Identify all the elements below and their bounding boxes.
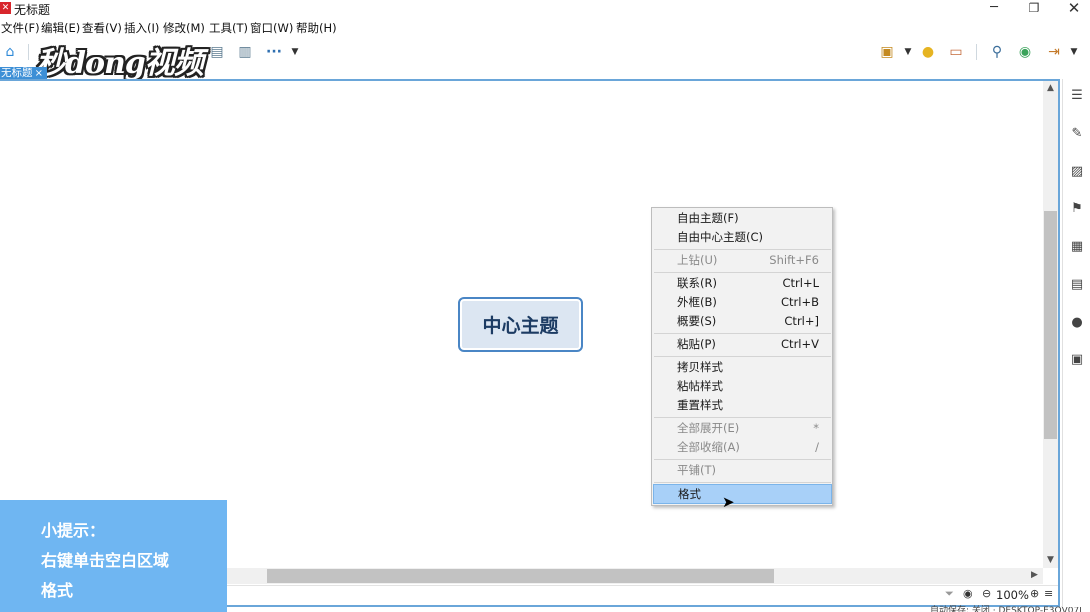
image-icon[interactable]: ▨ (1069, 164, 1085, 180)
comment-icon[interactable]: ● (1069, 315, 1085, 331)
menu-item-tile[interactable]: 平铺(T) (653, 461, 832, 480)
menu-separator (654, 272, 831, 273)
fit-icon[interactable]: ≡ (1044, 587, 1053, 600)
menu-help[interactable]: 帮助(H) (296, 20, 337, 36)
menu-item-reset-style[interactable]: 重置样式 (653, 396, 832, 415)
eye-icon[interactable]: ◉ (963, 587, 973, 600)
notes-icon[interactable]: ▤ (1069, 277, 1085, 293)
menu-file[interactable]: 文件(F) (1, 20, 40, 36)
context-menu: 自由主题(F) 自由中心主题(C) 上钻(U) Shift+F6 联系(R) C… (651, 207, 833, 506)
title-bar: ✕ 无标题 ─ ❐ ✕ (0, 0, 1090, 18)
tip-overlay: 小提示： 右键单击空白区域 格式 (0, 500, 227, 612)
menu-item-expand-all[interactable]: 全部展开(E) * (653, 419, 832, 438)
home-icon[interactable]: ⌂ (0, 42, 20, 62)
window-title: 无标题 (14, 3, 51, 17)
menu-item-copy-style[interactable]: 拷贝样式 (653, 358, 832, 377)
scroll-up-icon[interactable]: ▲ (1043, 83, 1058, 93)
status-bar: ⏷ ◉ ⊖ 100% ⊕ ≡ (227, 585, 1058, 604)
share-icon[interactable]: ◉ (1015, 42, 1035, 62)
scroll-down-icon[interactable]: ▼ (1043, 555, 1058, 565)
tip-action: 格式 (41, 581, 74, 600)
marker-flag-icon[interactable]: ⚑ (1069, 201, 1085, 217)
toolbar-divider-right (976, 44, 977, 60)
menu-insert[interactable]: 插入(I) (124, 20, 159, 36)
menu-item-relationship[interactable]: 联系(R) Ctrl+L (653, 274, 832, 293)
format-brush-icon[interactable]: ✎ (1069, 126, 1085, 142)
topic-icon[interactable]: ▤ (207, 42, 227, 62)
menu-item-drill-up[interactable]: 上钻(U) Shift+F6 (653, 251, 832, 270)
dropdown-icon[interactable]: ▼ (285, 42, 305, 62)
menu-item-format[interactable]: 格式 (653, 484, 832, 504)
central-topic[interactable]: 中心主题 (458, 297, 583, 352)
menu-separator (654, 459, 831, 460)
outline-icon[interactable]: ▭ (946, 42, 966, 62)
menu-item-boundary[interactable]: 外框(B) Ctrl+B (653, 293, 832, 312)
menu-separator (654, 482, 831, 483)
filter-icon[interactable]: ⏷ (945, 587, 954, 601)
minimize-button[interactable]: ─ (974, 0, 1014, 18)
menu-edit[interactable]: 编辑(E) (41, 20, 80, 36)
horizontal-scroll-thumb[interactable] (267, 569, 774, 583)
menu-view[interactable]: 查看(V) (82, 20, 122, 36)
menu-item-floating-central-topic[interactable]: 自由中心主题(C) (653, 228, 832, 247)
autosave-status: 自动保存: 关闭 · DESKTOP-E3QV07I (930, 606, 1082, 612)
lightbulb-icon[interactable]: ● (918, 42, 938, 62)
menu-item-collapse-all[interactable]: 全部收缩(A) / (653, 438, 832, 457)
task-clipboard-icon[interactable]: ▣ (1069, 352, 1085, 368)
menu-item-paste-style[interactable]: 粘帖样式 (653, 377, 832, 396)
menu-separator (654, 249, 831, 250)
export-dropdown-icon[interactable]: ▼ (1064, 42, 1084, 62)
video-watermark-logo: 秒dong视频 (36, 46, 204, 81)
tip-title: 小提示： (41, 521, 106, 540)
search-icon[interactable]: ⚲ (987, 42, 1007, 62)
presentation-icon[interactable]: ▣ (877, 42, 897, 62)
menu-item-paste[interactable]: 粘贴(P) Ctrl+V (653, 335, 832, 354)
subtopic-icon[interactable]: ▥ (235, 42, 255, 62)
menu-window[interactable]: 窗口(W) (250, 20, 293, 36)
presentation-dropdown-icon[interactable]: ▼ (898, 42, 918, 62)
right-side-panel: ☰ ✎ ▨ ⚑ ▦ ▤ ● ▣ (1062, 79, 1090, 607)
menu-item-summary[interactable]: 概要(S) Ctrl+] (653, 312, 832, 331)
mouse-cursor-icon: ➤ (722, 493, 735, 511)
menu-bar: 文件(F) 编辑(E) 查看(V) 插入(I) 修改(M) 工具(T) 窗口(W… (0, 18, 1090, 37)
tab-label: 无标题 (1, 67, 33, 79)
scroll-right-icon[interactable]: ▶ (1027, 570, 1042, 580)
vertical-scroll-thumb[interactable] (1044, 211, 1057, 439)
export-icon[interactable]: ⇥ (1044, 42, 1064, 62)
outline-panel-icon[interactable]: ☰ (1069, 88, 1085, 104)
menu-separator (654, 417, 831, 418)
horizontal-scrollbar[interactable]: ▶ (227, 568, 1043, 584)
vertical-scrollbar[interactable]: ▲ ▼ (1043, 81, 1058, 568)
menu-separator (654, 333, 831, 334)
close-window-button[interactable]: ✕ (1054, 0, 1090, 18)
zoom-out-icon[interactable]: ⊖ (982, 587, 991, 600)
style-icon[interactable]: ▦ (1069, 239, 1085, 255)
app-logo-icon: ✕ (0, 2, 11, 14)
zoom-level: 100% (996, 588, 1029, 602)
maximize-button[interactable]: ❐ (1014, 0, 1054, 18)
menu-modify[interactable]: 修改(M) (163, 20, 205, 36)
menu-item-floating-topic[interactable]: 自由主题(F) (653, 209, 832, 228)
more-icon[interactable]: ··· (264, 42, 284, 62)
toolbar-divider (28, 44, 29, 60)
menu-tools[interactable]: 工具(T) (209, 20, 248, 36)
zoom-in-icon[interactable]: ⊕ (1030, 587, 1039, 600)
tip-step: 右键单击空白区域 (41, 551, 170, 570)
menu-separator (654, 356, 831, 357)
